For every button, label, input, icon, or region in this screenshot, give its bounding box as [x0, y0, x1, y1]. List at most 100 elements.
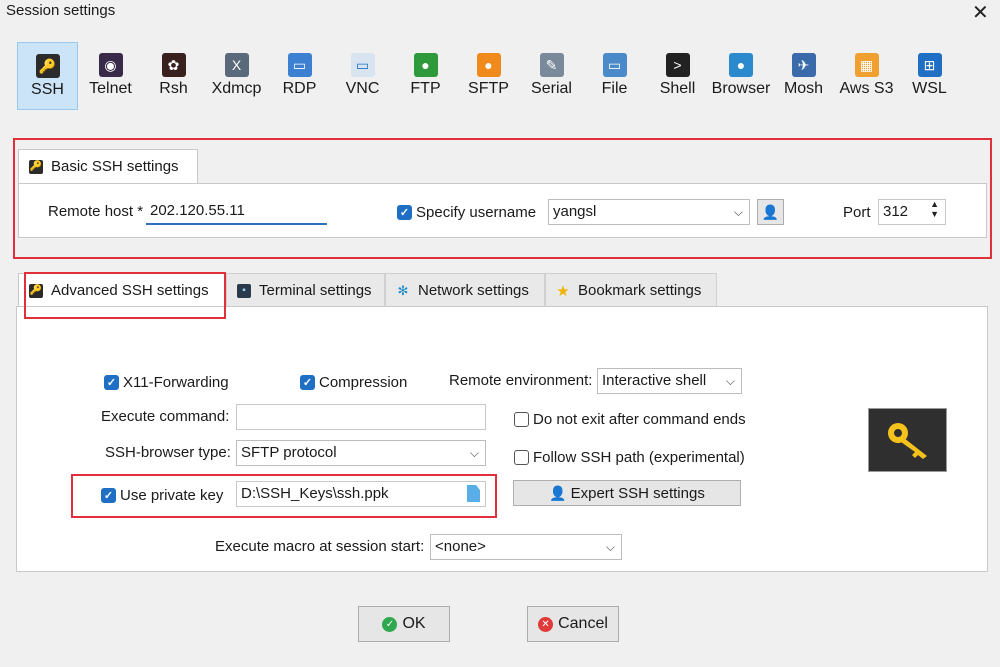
session-type-label: SFTP — [468, 80, 509, 97]
no-exit-label: Do not exit after command ends — [533, 411, 746, 428]
title-bar — [0, 0, 1000, 24]
session-type-label: File — [601, 80, 628, 97]
username-select[interactable]: yangsl ⌵ — [548, 199, 750, 225]
use-private-key-checkbox[interactable]: ✓ — [101, 488, 116, 503]
remote-environment-select[interactable]: Interactive shell ⌵ — [597, 368, 742, 394]
x11-forwarding-checkbox[interactable]: ✓ — [104, 375, 119, 390]
user-key-icon: 👤 — [761, 203, 780, 220]
tab-label: Terminal settings — [259, 282, 372, 299]
x11-forwarding-label: X11-Forwarding — [123, 374, 229, 391]
chevron-down-icon: ⌵ — [725, 374, 735, 388]
session-type-label: VNC — [345, 80, 380, 97]
expert-ssh-settings-button[interactable]: 👤 Expert SSH settings — [513, 480, 741, 506]
ssh-browser-type-value: SFTP protocol — [241, 444, 337, 461]
file-browse-icon[interactable] — [467, 485, 480, 502]
cancel-label: Cancel — [558, 615, 608, 632]
session-type-file[interactable]: ▭ File — [584, 42, 645, 110]
private-key-path-input[interactable]: D:\SSH_Keys\ssh.ppk — [236, 481, 486, 507]
session-type-sftp[interactable]: ● SFTP — [458, 42, 519, 110]
chevron-down-icon: ⌵ — [469, 446, 479, 460]
session-type-ftp[interactable]: ● FTP — [395, 42, 456, 110]
session-type-label: FTP — [410, 80, 441, 97]
remote-host-input[interactable]: 202.120.55.11 — [146, 199, 327, 225]
session-type-telnet[interactable]: ◉ Telnet — [80, 42, 141, 110]
port-label: Port — [843, 204, 871, 221]
telnet-icon: ◉ — [98, 53, 123, 77]
session-type-label: Aws S3 — [839, 80, 894, 97]
close-icon[interactable]: ✕ — [972, 0, 989, 25]
session-type-shell[interactable]: > Shell — [647, 42, 708, 110]
specify-username-label: Specify username — [416, 204, 537, 221]
ssh-browser-type-select[interactable]: SFTP protocol ⌵ — [236, 440, 486, 466]
user-gear-icon: 👤 — [549, 484, 567, 501]
browser-globe-icon: ● — [729, 53, 753, 77]
session-type-label: SSH — [31, 81, 64, 98]
session-type-rdp[interactable]: ▭ RDP — [269, 42, 330, 110]
specify-username-checkbox[interactable]: ✓ — [397, 205, 412, 220]
session-type-aws-s3[interactable]: ▦ Aws S3 — [836, 42, 897, 110]
session-type-label: Xdmcp — [211, 80, 262, 97]
no-exit-checkbox[interactable] — [514, 412, 529, 427]
session-type-vnc[interactable]: ▭ VNC — [332, 42, 393, 110]
key-icon: 🔑 — [29, 283, 43, 298]
tab-label: Advanced SSH settings — [51, 282, 209, 299]
chevron-down-icon: ⌵ — [733, 205, 743, 219]
vnc-icon: ▭ — [350, 53, 375, 77]
tab-basic-ssh-settings[interactable]: 🔑 Basic SSH settings — [18, 149, 198, 183]
wsl-windows-icon: ⊞ — [917, 53, 942, 77]
ssh-browser-type-label: SSH-browser type: — [105, 444, 231, 461]
session-type-label: Rsh — [159, 80, 188, 97]
tab-label: Bookmark settings — [578, 282, 702, 299]
mosh-satellite-icon: ✈ — [791, 53, 816, 77]
terminal-icon: ▪ — [237, 283, 251, 298]
star-icon: ★ — [556, 282, 570, 300]
large-key-icon — [868, 408, 947, 472]
window-title: Session settings — [6, 2, 116, 19]
session-type-rsh[interactable]: ✿ Rsh — [143, 42, 204, 110]
session-type-mosh[interactable]: ✈ Mosh — [773, 42, 834, 110]
compression-checkbox[interactable]: ✓ — [300, 375, 315, 390]
session-type-label: RDP — [282, 80, 317, 97]
chevron-down-icon: ⌵ — [605, 540, 615, 554]
session-type-wsl[interactable]: ⊞ WSL — [899, 42, 960, 110]
remote-environment-value: Interactive shell — [602, 372, 707, 389]
compression-label: Compression — [319, 374, 408, 391]
execute-command-input[interactable] — [236, 404, 486, 430]
execute-macro-value: <none> — [435, 538, 486, 555]
session-type-xdmcp[interactable]: X Xdmcp — [206, 42, 267, 110]
session-type-label: Shell — [659, 80, 696, 97]
ok-label: OK — [402, 615, 426, 632]
tab-advanced-ssh-settings[interactable]: 🔑 Advanced SSH settings — [18, 273, 226, 307]
sftp-icon: ● — [476, 53, 501, 77]
check-icon: ✓ — [382, 616, 398, 632]
shell-terminal-icon: > — [665, 53, 690, 77]
rsh-icon: ✿ — [161, 53, 186, 77]
ftp-globe-icon: ● — [413, 53, 438, 77]
session-type-label: WSL — [912, 80, 947, 97]
execute-macro-label: Execute macro at session start: — [215, 538, 425, 555]
session-type-label: Telnet — [89, 80, 132, 97]
follow-ssh-path-checkbox[interactable] — [514, 450, 529, 465]
port-input[interactable]: 312 ▲ ▼ — [878, 199, 946, 225]
tab-terminal-settings[interactable]: ▪ Terminal settings — [226, 273, 385, 307]
execute-macro-select[interactable]: <none> ⌵ — [430, 534, 622, 560]
port-value: 312 — [883, 203, 909, 220]
tab-network-settings[interactable]: ✻ Network settings — [385, 273, 545, 307]
username-value: yangsl — [553, 203, 597, 220]
expert-ssh-settings-label: Expert SSH settings — [570, 484, 705, 502]
advanced-settings-panel — [16, 306, 988, 572]
cancel-button[interactable]: ✕ Cancel — [527, 606, 619, 642]
session-type-browser[interactable]: ● Browser — [710, 42, 772, 110]
file-monitor-icon: ▭ — [602, 53, 627, 77]
port-spinner-icon[interactable]: ▲ ▼ — [930, 199, 939, 219]
session-type-label: Mosh — [783, 80, 824, 97]
ok-button[interactable]: ✓ OK — [358, 606, 450, 642]
private-key-path-value: D:\SSH_Keys\ssh.ppk — [241, 485, 389, 502]
rdp-monitor-icon: ▭ — [287, 53, 312, 77]
session-type-ssh[interactable]: 🔑 SSH — [17, 42, 78, 110]
tab-bookmark-settings[interactable]: ★ Bookmark settings — [545, 273, 717, 307]
user-manager-button[interactable]: 👤 — [757, 199, 784, 225]
session-type-serial[interactable]: ✎ Serial — [521, 42, 582, 110]
ssh-key-icon: 🔑 — [35, 54, 60, 78]
remote-host-label: Remote host * — [48, 203, 144, 220]
